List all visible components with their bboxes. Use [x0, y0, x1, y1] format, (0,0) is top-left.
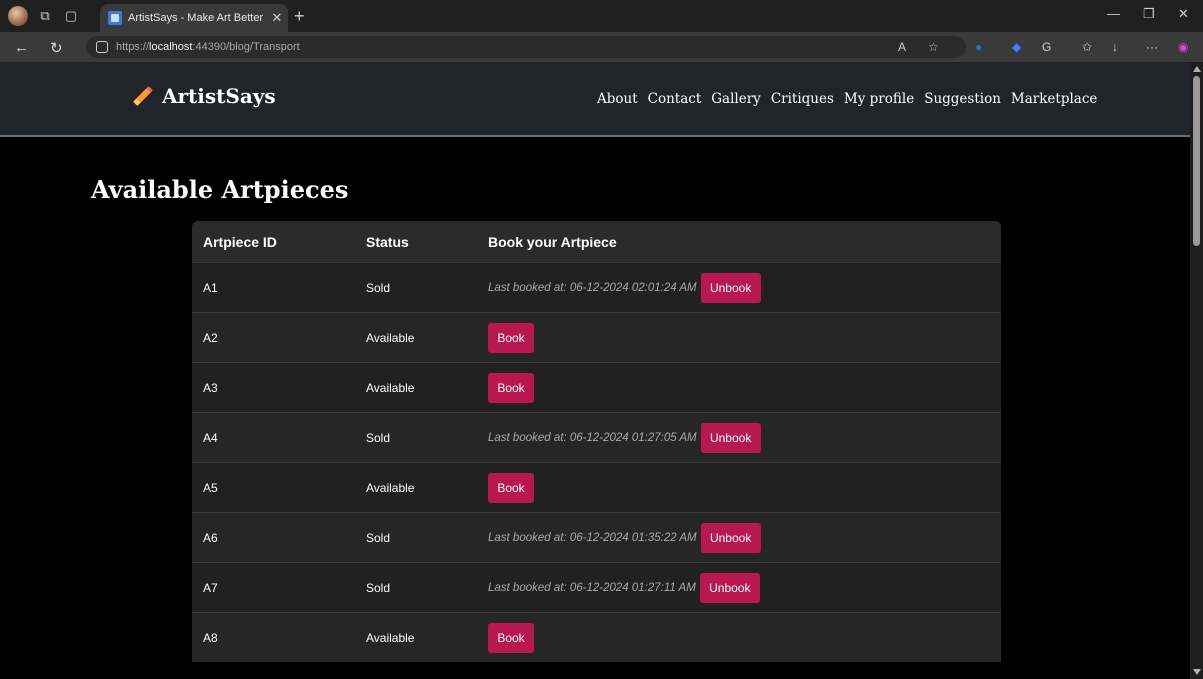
book-button[interactable]: Book [488, 372, 534, 403]
restore-icon[interactable]: ❐ [1143, 6, 1155, 22]
page-title: Available Artpieces [91, 175, 349, 204]
table-row: A2 Available Book [192, 312, 1001, 362]
artpiece-status: Sold [366, 530, 391, 545]
favorites-icon[interactable]: ✩ [1082, 40, 1092, 54]
url-input[interactable]: https://localhost:44390/blog/Transport [86, 36, 966, 58]
shield-extension-icon[interactable]: ◆ [1012, 40, 1021, 54]
artpiece-id: A1 [203, 280, 218, 295]
table-row: A5 Available Book [192, 462, 1001, 512]
browser-extension-icon[interactable]: G [1042, 40, 1051, 54]
nav-link-suggestion[interactable]: Suggestion [924, 91, 1001, 107]
artpiece-id: A2 [203, 330, 218, 345]
nav-link-about[interactable]: About [597, 91, 638, 107]
artpieces-table: Artpiece ID Status Book your Artpiece A1… [192, 221, 1001, 662]
scroll-thumb[interactable] [1193, 76, 1200, 246]
table-row: A6 Sold Last booked at: 06-12-2024 01:35:2… [192, 512, 1001, 562]
unbook-button[interactable]: Unbook [699, 572, 760, 603]
column-header-book: Book your Artpiece [488, 233, 617, 250]
table-header: Artpiece ID Status Book your Artpiece [192, 221, 1001, 262]
table-body: A1 Sold Last booked at: 06-12-2024 02:01:2… [192, 262, 1001, 662]
favorite-star-icon[interactable]: ☆ [928, 40, 939, 54]
book-cell: Last booked at: 06-12-2024 01:27:05 AM Un… [488, 422, 1001, 453]
tab-actions-icon[interactable]: ▢ [62, 7, 80, 25]
minimize-icon[interactable]: — [1107, 6, 1120, 21]
book-cell: Book [488, 472, 1001, 503]
refresh-icon[interactable]: ↻ [50, 39, 63, 57]
artpiece-status: Available [366, 330, 415, 345]
new-tab-icon[interactable]: + [294, 6, 305, 27]
artpiece-id: A3 [203, 380, 218, 395]
book-cell: Book [488, 372, 1001, 403]
column-header-id: Artpiece ID [203, 233, 277, 250]
column-header-status: Status [366, 233, 409, 250]
copilot-icon[interactable]: ◉ [1178, 40, 1188, 54]
lock-icon [96, 41, 108, 53]
browser-titlebar: ⧉ ▢ ArtistSays - Make Art Better ✕ + — ❐… [0, 0, 1203, 32]
nav-link-marketplace[interactable]: Marketplace [1011, 91, 1097, 107]
artpiece-status: Sold [366, 430, 391, 445]
unbook-button[interactable]: Unbook [700, 522, 761, 553]
last-booked-text: Last booked at: 06-12-2024 01:35:22 AM [488, 531, 697, 544]
book-cell: Last booked at: 06-12-2024 02:01:24 AM Un… [488, 272, 1001, 303]
scroll-up-icon[interactable] [1193, 66, 1201, 72]
book-cell: Last booked at: 06-12-2024 01:35:22 AM Un… [488, 522, 1001, 553]
brand-name: ArtistSays [162, 84, 276, 108]
more-options-icon[interactable]: ··· [1146, 40, 1158, 54]
workspaces-icon[interactable]: ⧉ [36, 7, 54, 25]
unbook-button[interactable]: Unbook [700, 272, 761, 303]
unbook-button[interactable]: Unbook [700, 422, 761, 453]
read-aloud-icon[interactable]: A [898, 40, 906, 54]
book-cell: Book [488, 622, 1001, 653]
brand-logo[interactable]: ArtistSays [130, 84, 276, 108]
last-booked-text: Last booked at: 06-12-2024 02:01:24 AM [488, 281, 697, 294]
book-cell: Book [488, 322, 1001, 353]
page-viewport: ArtistSays About Contact Gallery Critiqu… [0, 62, 1190, 679]
book-cell: Last booked at: 06-12-2024 01:27:11 AM Un… [488, 572, 1001, 603]
tab-title: ArtistSays - Make Art Better [128, 12, 264, 24]
downloads-icon[interactable]: ↓ [1112, 40, 1118, 54]
browser-address-bar: ← ↻ https://localhost:44390/blog/Transpo… [0, 32, 1203, 62]
nav-link-contact[interactable]: Contact [648, 91, 702, 107]
artpiece-status: Sold [366, 580, 391, 595]
extension-icon[interactable]: ● [975, 40, 982, 54]
nav-link-my-profile[interactable]: My profile [844, 91, 914, 107]
artpiece-id: A5 [203, 480, 218, 495]
last-booked-text: Last booked at: 06-12-2024 01:27:11 AM [488, 581, 696, 594]
book-button[interactable]: Book [488, 322, 534, 353]
table-row: A8 Available Book [192, 612, 1001, 662]
artpiece-id: A4 [203, 430, 218, 445]
tab-favicon-icon [108, 11, 122, 25]
profile-avatar-icon[interactable] [8, 6, 28, 26]
artpiece-id: A6 [203, 530, 218, 545]
artpiece-status: Available [366, 380, 415, 395]
table-row: A7 Sold Last booked at: 06-12-2024 01:27:1… [192, 562, 1001, 612]
artpiece-status: Available [366, 630, 415, 645]
nav-link-critiques[interactable]: Critiques [771, 91, 834, 107]
nav-link-gallery[interactable]: Gallery [711, 91, 761, 107]
close-window-icon[interactable]: ✕ [1178, 6, 1189, 22]
artpiece-id: A7 [203, 580, 218, 595]
book-button[interactable]: Book [488, 622, 534, 653]
pencil-icon [130, 85, 152, 107]
last-booked-text: Last booked at: 06-12-2024 01:27:05 AM [488, 431, 697, 444]
table-row: A1 Sold Last booked at: 06-12-2024 02:01:2… [192, 262, 1001, 312]
table-row: A3 Available Book [192, 362, 1001, 412]
artpiece-status: Available [366, 480, 415, 495]
browser-tab-active[interactable]: ArtistSays - Make Art Better ✕ [100, 4, 288, 32]
page-scrollbar[interactable] [1190, 62, 1203, 679]
main-nav: About Contact Gallery Critiques My profi… [597, 91, 1097, 107]
artpiece-id: A8 [203, 630, 218, 645]
tab-close-icon[interactable]: ✕ [266, 10, 288, 26]
back-arrow-icon[interactable]: ← [14, 39, 29, 56]
url-text: https://localhost:44390/blog/Transport [116, 41, 300, 53]
book-button[interactable]: Book [488, 472, 534, 503]
site-header: ArtistSays About Contact Gallery Critiqu… [0, 62, 1190, 137]
scroll-down-icon[interactable] [1193, 669, 1201, 675]
artpiece-status: Sold [366, 280, 391, 295]
table-row: A4 Sold Last booked at: 06-12-2024 01:27:0… [192, 412, 1001, 462]
